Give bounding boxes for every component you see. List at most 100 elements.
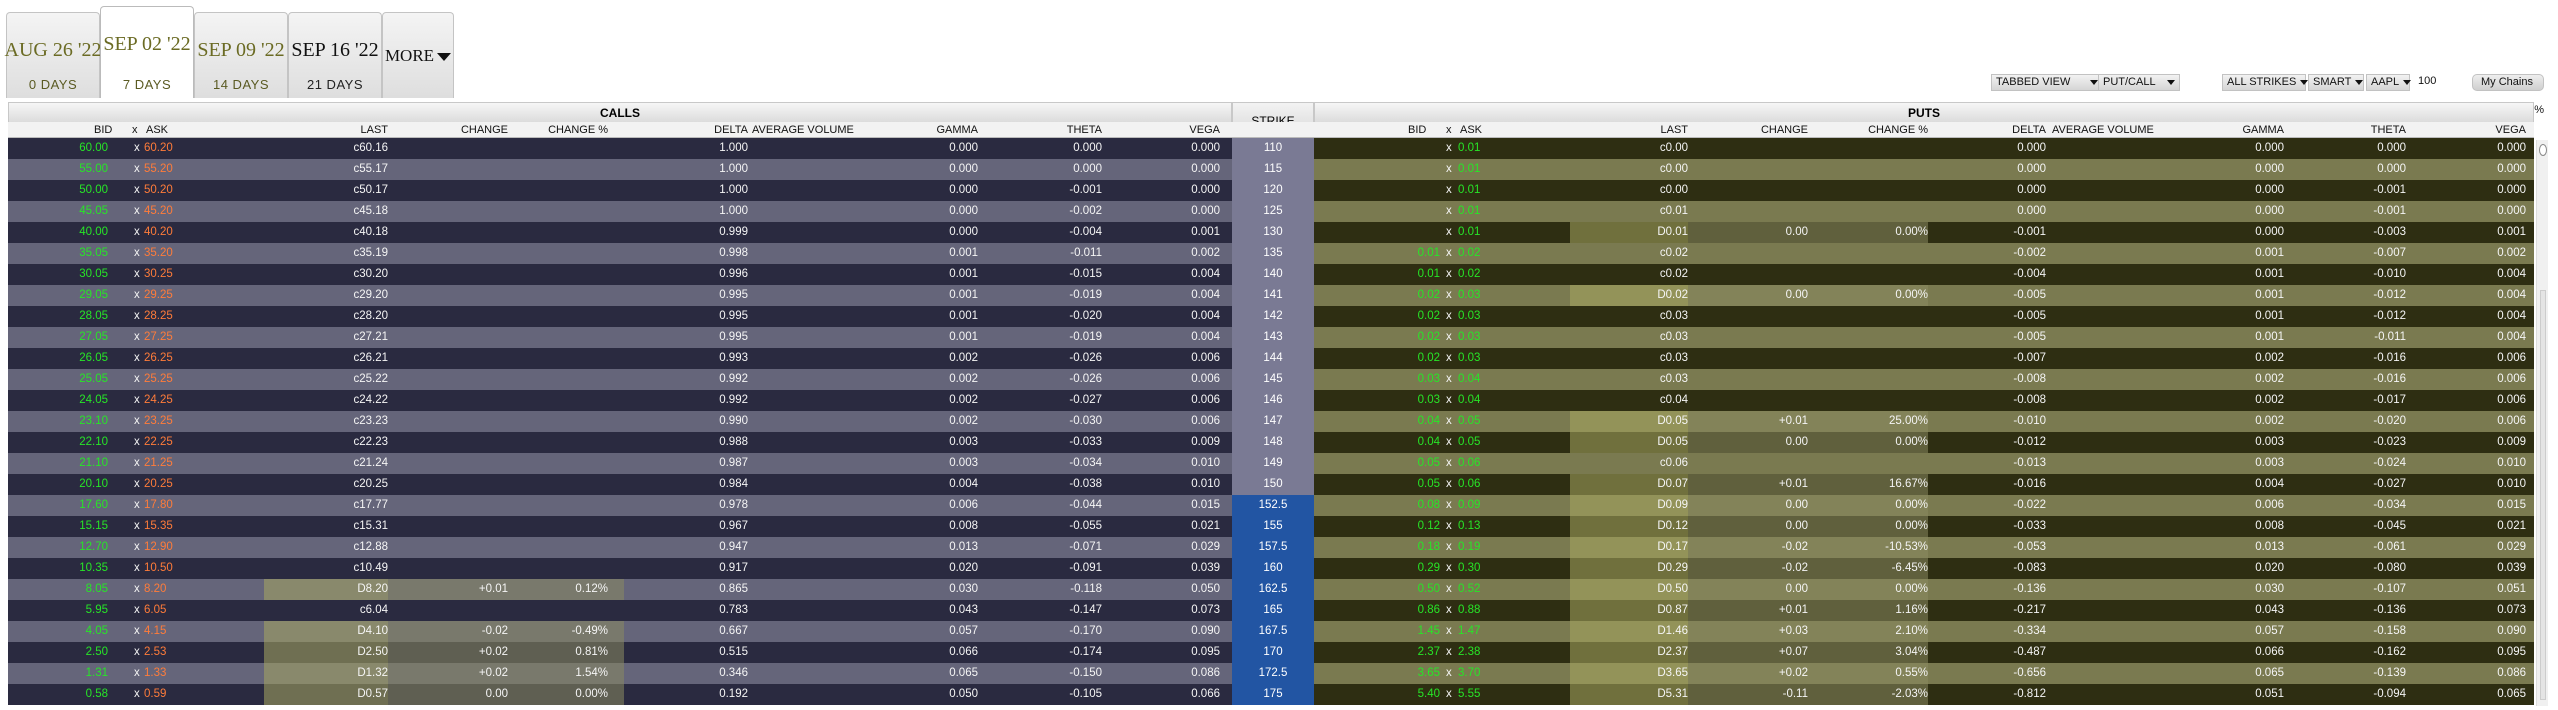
scroll-up-icon[interactable] [2539,144,2547,156]
call-change [388,264,508,285]
call-gamma: 0.001 [949,310,978,322]
table-row[interactable]: 22.10 22.25 c22.23 0.988 0.003 -0.033 0.009 0.0… [8,432,2534,453]
put-last: c0.02 [1659,247,1688,259]
table-row[interactable]: 15.15 15.35 c15.31 0.967 0.008 -0.055 0.021 0.1… [8,516,2534,537]
put-change-pct: 0.00% [1895,226,1928,238]
tab-expiry-sep-09[interactable]: SEP 09 '22 14 DAYS [194,12,288,98]
put-delta: -0.033 [2013,520,2046,532]
call-ask: 26.25 [144,352,173,364]
strike-cell: 149 [1232,453,1314,474]
smart-dropdown[interactable]: SMART [2308,74,2364,91]
call-change-pct [508,516,608,537]
my-chains-button[interactable]: My Chains [2472,74,2544,91]
table-row[interactable]: 0.58 0.59 D0.57 0.00 0.00% 0.192 0.050 -0.105 0.… [8,684,2534,705]
call-bid-ask-separator: x [134,457,140,469]
call-change-pct: 0.12% [575,583,608,595]
table-row[interactable]: 1.31 1.33 D1.32 +0.02 1.54% 0.346 0.065 -0.150 0… [8,663,2534,684]
put-change [1688,159,1808,180]
call-change [388,222,508,243]
call-vega: 0.004 [1191,268,1220,280]
option-chain: CALLS PUTS STRIKE BID x ASK LAST CHANGE … [8,102,2534,705]
table-row[interactable]: 55.00 55.20 c55.17 1.000 0.000 0.000 0.000 0.01… [8,159,2534,180]
put-change [1688,453,1808,474]
call-bid-ask-separator: x [134,331,140,343]
vertical-scrollbar[interactable] [2536,140,2548,706]
tabbed-view-dropdown[interactable]: TABBED VIEW [1991,74,2103,91]
call-last: c6.04 [359,604,388,616]
put-gamma: 0.020 [2255,562,2284,574]
call-delta: 0.987 [719,457,748,469]
call-ask: 21.25 [144,457,173,469]
table-row[interactable]: 25.05 25.25 c25.22 0.992 0.002 -0.026 0.006 0.0… [8,369,2534,390]
tab-days-label: 14 DAYS [212,77,269,92]
table-row[interactable]: 28.05 28.25 c28.20 0.995 0.001 -0.020 0.004 0.0… [8,306,2534,327]
put-delta: 0.000 [2017,184,2046,196]
put-bid-ask-separator: x [1446,520,1452,532]
call-last: c27.21 [353,331,388,343]
call-ask: 4.15 [144,625,167,637]
put-ask: 0.02 [1458,247,1481,259]
call-bid-ask-separator: x [134,163,140,175]
tab-more[interactable]: MORE [382,12,454,98]
table-row[interactable]: 60.00 60.20 c60.16 1.000 0.000 0.000 0.000 0.01… [8,138,2534,159]
put-bid: 0.02 [1417,289,1440,301]
put-ask: 0.30 [1458,562,1481,574]
all-strikes-dropdown[interactable]: ALL STRIKES [2222,74,2309,91]
call-gamma: 0.000 [949,142,978,154]
table-row[interactable]: 2.50 2.53 D2.50 +0.02 0.81% 0.515 0.066 -0.174 0… [8,642,2534,663]
call-change-pct: 1.54% [575,667,608,679]
call-change [388,180,508,201]
call-change [388,558,508,579]
table-row[interactable]: 27.05 27.25 c27.21 0.995 0.001 -0.019 0.004 0.0… [8,327,2534,348]
table-row[interactable]: 8.05 8.20 D8.20 +0.01 0.12% 0.865 0.030 -0.118 0… [8,579,2534,600]
tab-expiry-sep-16[interactable]: SEP 16 '22 21 DAYS [288,12,382,98]
table-row[interactable]: 50.00 50.20 c50.17 1.000 0.000 -0.001 0.000 0.0… [8,180,2534,201]
call-change [388,369,508,390]
table-row[interactable]: 23.10 23.25 c23.23 0.990 0.002 -0.030 0.006 0.0… [8,411,2534,432]
table-row[interactable]: 35.05 35.20 c35.19 0.998 0.001 -0.011 0.002 0.0… [8,243,2534,264]
table-row[interactable]: 12.70 12.90 c12.88 0.947 0.013 -0.071 0.029 0.1… [8,537,2534,558]
table-row[interactable]: 45.05 45.20 c45.18 1.000 0.000 -0.002 0.000 0.0… [8,201,2534,222]
call-delta: 0.995 [719,289,748,301]
call-change [388,600,508,621]
table-row[interactable]: 40.00 40.20 c40.18 0.999 0.000 -0.004 0.001 0.0… [8,222,2534,243]
put-bid: 0.01 [1417,268,1440,280]
table-row[interactable]: 26.05 26.25 c26.21 0.993 0.002 -0.026 0.006 0.0… [8,348,2534,369]
put-gamma: 0.002 [2255,394,2284,406]
quantity-field[interactable]: 100 [2414,74,2448,91]
put-change [1688,369,1808,390]
call-delta: 0.667 [719,625,748,637]
put-last: c0.00 [1659,142,1688,154]
symbol-dropdown[interactable]: AAPL [2366,74,2412,91]
call-last: c10.49 [353,562,388,574]
table-row[interactable]: 21.10 21.25 c21.24 0.987 0.003 -0.034 0.010 0.0… [8,453,2534,474]
calls-change-header: CHANGE [460,124,508,136]
put-call-dropdown[interactable]: PUT/CALL [2098,74,2180,91]
put-gamma: 0.002 [2255,352,2284,364]
table-row[interactable]: 5.95 6.05 c6.04 0.783 0.043 -0.147 0.073 0.86 0.… [8,600,2534,621]
puts-change-header: CHANGE [1760,124,1808,136]
table-row[interactable]: 24.05 24.25 c24.22 0.992 0.002 -0.027 0.006 0.0… [8,390,2534,411]
call-ask: 12.90 [144,541,173,553]
put-ask: 0.01 [1458,163,1481,175]
call-theta: -0.038 [1069,478,1102,490]
put-theta: -0.003 [2373,226,2406,238]
put-gamma: 0.003 [2255,457,2284,469]
table-row[interactable]: 4.05 4.15 D4.10 -0.02 -0.49% 0.667 0.057 -0.170… [8,621,2534,642]
table-row[interactable]: 20.10 20.25 c20.25 0.984 0.004 -0.038 0.010 0.0… [8,474,2534,495]
scrollbar-track[interactable] [2540,290,2546,700]
tab-expiry-sep-02[interactable]: SEP 02 '22 7 DAYS [100,6,194,98]
table-row[interactable]: 10.35 10.50 c10.49 0.917 0.020 -0.091 0.039 0.2… [8,558,2534,579]
call-delta: 0.865 [719,583,748,595]
put-vega: 0.095 [2497,646,2526,658]
table-row[interactable]: 29.05 29.25 c29.20 0.995 0.001 -0.019 0.004 0.0… [8,285,2534,306]
table-row[interactable]: 30.05 30.25 c30.20 0.996 0.001 -0.015 0.004 0.0… [8,264,2534,285]
call-bid: 55.00 [79,163,108,175]
call-change [388,285,508,306]
table-row[interactable]: 17.60 17.80 c17.77 0.978 0.006 -0.044 0.015 0.0… [8,495,2534,516]
put-bid: 0.02 [1417,331,1440,343]
put-bid-ask-separator: x [1446,394,1452,406]
call-gamma: 0.000 [949,184,978,196]
put-bid: 0.18 [1417,541,1440,553]
tab-expiry-aug-26[interactable]: AUG 26 '22 0 DAYS [5,12,101,98]
